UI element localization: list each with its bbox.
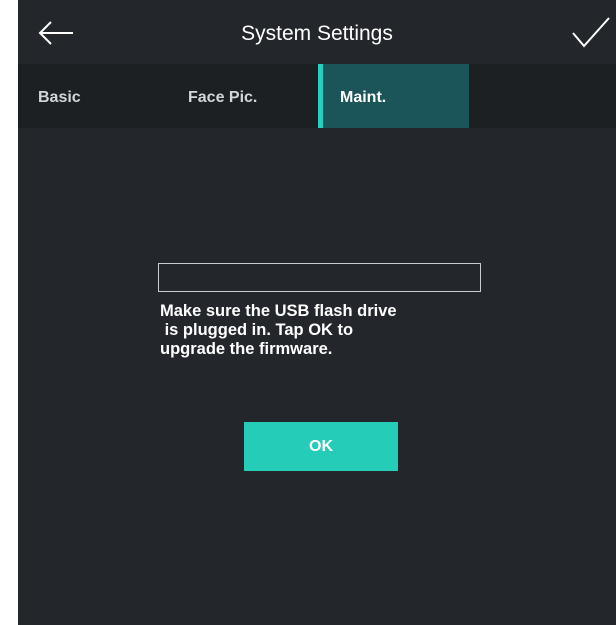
upgrade-progress-bar bbox=[158, 263, 481, 292]
back-button[interactable] bbox=[36, 14, 76, 50]
tab-bar: Basic Face Pic. Maint. bbox=[18, 64, 616, 128]
tab-basic[interactable]: Basic bbox=[38, 64, 148, 128]
header-bar: System Settings bbox=[18, 0, 616, 64]
upgrade-instruction-text: Make sure the USB flash drive is plugged… bbox=[160, 302, 397, 358]
arrow-left-icon bbox=[38, 21, 73, 45]
system-settings-screen: System Settings Basic Face Pic. Maint. M… bbox=[18, 0, 616, 625]
tab-face-pic[interactable]: Face Pic. bbox=[188, 64, 318, 128]
checkmark-icon bbox=[572, 17, 610, 48]
tab-maint-label: Maint. bbox=[340, 89, 387, 106]
confirm-button[interactable] bbox=[570, 14, 612, 50]
active-tab-indicator bbox=[318, 64, 323, 128]
tab-maint[interactable]: Maint. bbox=[318, 64, 469, 128]
ok-button[interactable]: OK bbox=[244, 422, 398, 471]
page-title: System Settings bbox=[241, 22, 393, 45]
